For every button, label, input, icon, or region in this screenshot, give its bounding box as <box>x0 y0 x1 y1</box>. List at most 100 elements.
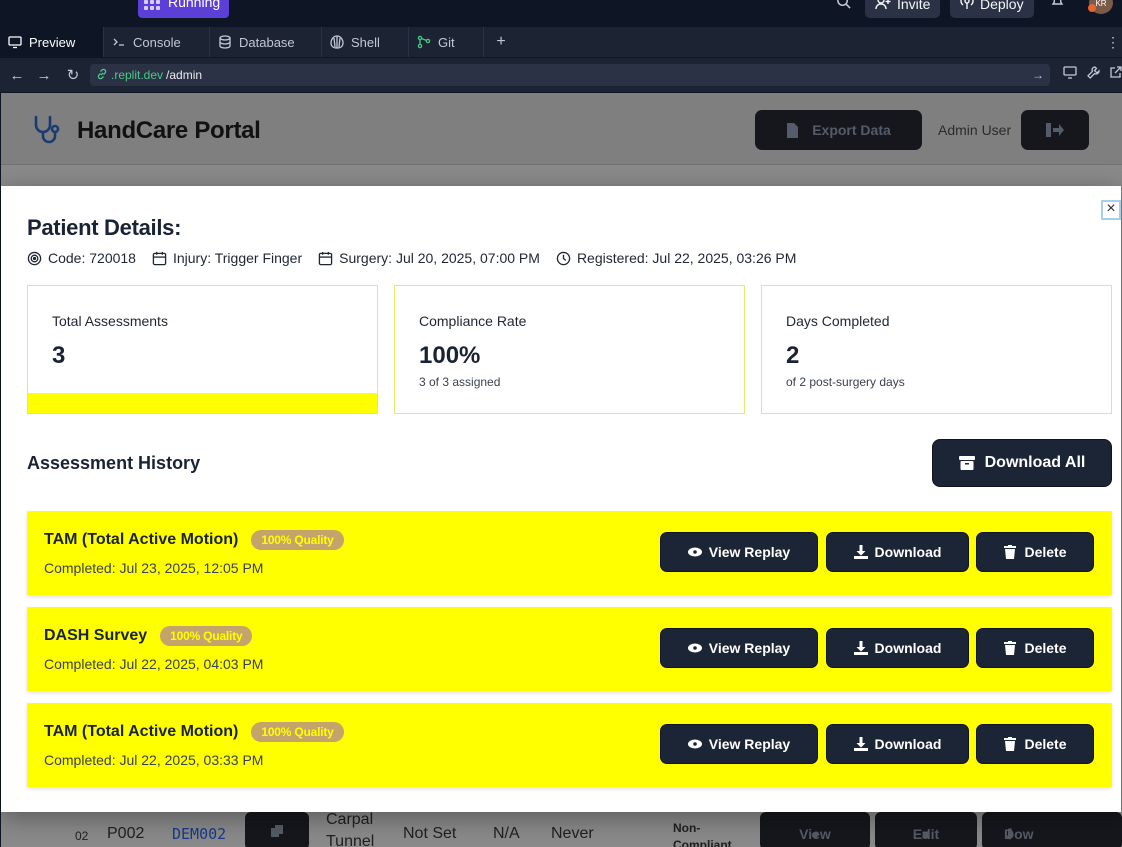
delete-button[interactable]: Delete <box>976 532 1094 572</box>
close-button[interactable]: × <box>1101 200 1121 220</box>
notification-dot <box>1088 4 1096 12</box>
meta-surgery-text: Surgery: Jul 20, 2025, 07:00 PM <box>339 250 540 266</box>
patient-meta: Code: 720018 Injury: Trigger Finger Surg… <box>27 250 796 266</box>
avatar-initials: KR <box>1095 0 1107 8</box>
edit-button[interactable]: ■ Edit <box>875 812 977 847</box>
grid-icon <box>144 0 160 10</box>
tab-label: Git <box>438 34 455 50</box>
stethoscope-icon <box>34 115 60 144</box>
download-all-label: Download All <box>984 454 1086 471</box>
stat-label: Total Assessments <box>52 313 168 329</box>
completed-date: Completed: Jul 22, 2025, 04:03 PM <box>44 656 264 672</box>
meta-code-text: Code: 720018 <box>48 250 136 266</box>
stat-label: Days Completed <box>786 313 890 329</box>
download-button[interactable]: Download <box>826 628 969 668</box>
logout-icon <box>1046 123 1064 137</box>
tab-label: Preview <box>29 34 76 50</box>
quality-badge: 100% Quality <box>251 530 344 550</box>
injury-line-2: Tunnel <box>326 833 375 847</box>
injury-line-1: Carpal <box>326 811 374 828</box>
url-field[interactable]: .replit.dev/admin → <box>90 64 1050 86</box>
completed-date: Completed: Jul 23, 2025, 12:05 PM <box>44 560 264 576</box>
section-title: Assessment History <box>27 453 201 473</box>
completed-date: Completed: Jul 22, 2025, 03:33 PM <box>44 752 264 768</box>
external-link-icon[interactable] <box>1110 66 1122 82</box>
browser-bar: ← → ↻ .replit.dev/admin → <box>0 58 1122 92</box>
calendar-icon <box>318 251 333 265</box>
assessment-title: DASH Survey <box>44 627 148 644</box>
go-arrow-icon[interactable]: → <box>1032 68 1044 82</box>
add-tab-button[interactable]: + <box>484 27 518 57</box>
stat-sub: 3 of 3 assigned <box>419 375 501 389</box>
table-row: 02 P002 DEM002 Carpal Tunnel Not Set N/A… <box>35 811 1122 847</box>
assessment-title: TAM (Total Active Motion) <box>44 723 239 740</box>
reload-icon[interactable]: ↻ <box>59 66 87 84</box>
view-label: View <box>799 826 831 842</box>
devices-icon[interactable] <box>1063 66 1077 82</box>
deploy-icon <box>960 0 974 12</box>
eye-icon <box>687 547 702 557</box>
view-button[interactable]: ● View <box>760 812 870 847</box>
invite-label: Invite <box>897 0 931 12</box>
logout-button[interactable] <box>1021 110 1089 150</box>
download-button[interactable]: ⬇ Dow <box>982 812 1122 847</box>
assessment-name: DASH Survey 100% Quality <box>44 626 253 646</box>
assessment-name: TAM (Total Active Motion) 100% Quality <box>44 530 344 550</box>
admin-user-label: Admin User <box>938 122 1012 138</box>
tab-preview[interactable]: Preview <box>0 27 104 57</box>
replit-topbar: Running Invite Deploy KR <box>0 0 1122 26</box>
plus-icon: + <box>496 33 506 50</box>
tab-git[interactable]: Git <box>409 27 484 57</box>
meta-injury-text: Injury: Trigger Finger <box>172 250 303 266</box>
stat-card-total-assessments: Total Assessments 3 <box>27 285 378 414</box>
tab-database[interactable]: Database <box>210 27 322 57</box>
avatar[interactable]: KR <box>1088 0 1113 14</box>
tab-label: Console <box>133 34 181 50</box>
wrench-icon[interactable] <box>1087 66 1100 82</box>
view-replay-button[interactable]: View Replay <box>660 724 818 764</box>
forward-arrow-icon[interactable]: → <box>30 67 58 84</box>
quality-badge: 100% Quality <box>251 722 344 742</box>
search-icon[interactable] <box>836 0 851 12</box>
target-icon <box>27 251 42 265</box>
app-header: HandCare Portal Export Data Admin User <box>1 93 1122 165</box>
status-line-2: Compliant <box>673 838 732 847</box>
export-data-button[interactable]: Export Data <box>755 110 922 150</box>
run-status-button[interactable]: Running <box>138 0 230 18</box>
download-button[interactable]: Download <box>826 532 969 572</box>
run-status-label: Running <box>168 0 221 10</box>
view-replay-button[interactable]: View Replay <box>660 628 818 668</box>
view-replay-button[interactable]: View Replay <box>660 532 818 572</box>
deploy-button[interactable]: Deploy <box>950 0 1034 18</box>
stat-sub: of 2 post-surgery days <box>786 375 905 389</box>
tab-console[interactable]: Console <box>104 27 210 57</box>
highlight-bar <box>28 393 377 413</box>
stat-card-days-completed: Days Completed 2 of 2 post-surgery days <box>761 285 1112 414</box>
git-icon <box>417 35 431 49</box>
quality-badge: 100% Quality <box>160 626 253 646</box>
copy-button[interactable] <box>245 812 309 847</box>
assessment-name: TAM (Total Active Motion) 100% Quality <box>44 722 344 742</box>
back-arrow-icon[interactable]: ← <box>3 67 31 84</box>
trash-icon <box>1004 737 1017 751</box>
download-button[interactable]: Download <box>826 724 969 764</box>
row-number: 02 <box>75 829 89 843</box>
patient-details-modal: × Patient Details: Code: 720018 Injury: … <box>1 186 1121 812</box>
database-icon <box>219 35 231 49</box>
trash-icon <box>1004 545 1017 559</box>
download-icon <box>853 737 868 751</box>
tab-shell[interactable]: Shell <box>322 27 409 57</box>
delete-button[interactable]: Delete <box>976 724 1094 764</box>
more-vertical-icon[interactable]: ⋮ <box>1106 34 1120 51</box>
monitor-icon <box>8 36 22 49</box>
link-icon <box>96 68 108 83</box>
download-label: Dow <box>1004 826 1034 842</box>
bell-icon[interactable] <box>1051 0 1064 10</box>
invite-button[interactable]: Invite <box>865 0 941 18</box>
delete-button[interactable]: Delete <box>976 628 1094 668</box>
eye-icon <box>687 739 702 749</box>
delete-label: Delete <box>1024 544 1067 560</box>
view-replay-label: View Replay <box>708 736 791 752</box>
download-all-button[interactable]: Download All <box>932 439 1112 487</box>
delete-label: Delete <box>1024 640 1067 656</box>
